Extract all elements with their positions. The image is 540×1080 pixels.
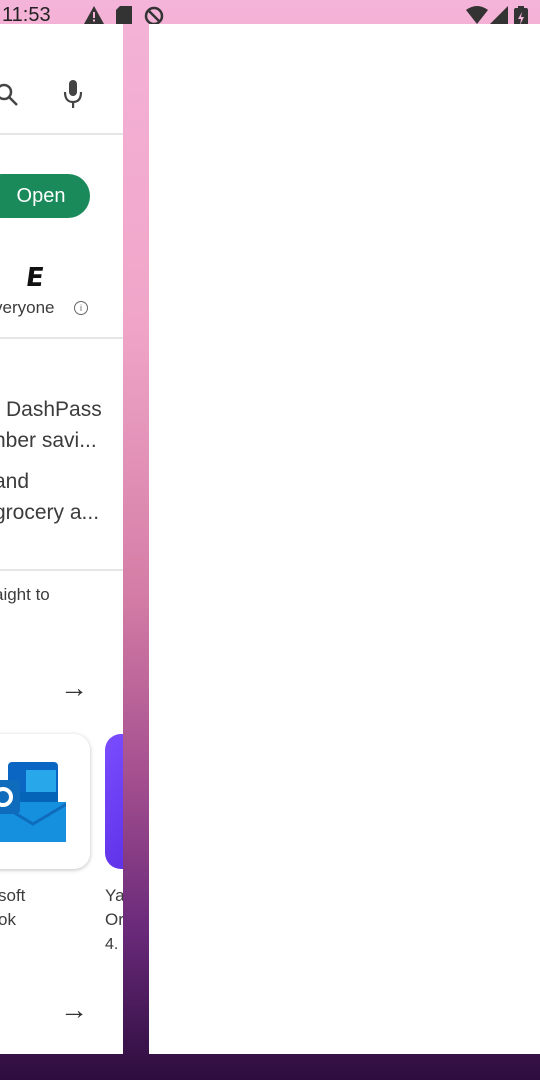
promo-title-line: DashPass [6, 398, 102, 421]
app-name: soft [0, 886, 26, 905]
wifi-icon [466, 6, 488, 24]
arrow-right-icon[interactable]: → [60, 994, 88, 1026]
play-store-panel[interactable]: Open E veryone i DashPass nber savi... a… [0, 24, 123, 1054]
section-heading: aight to [0, 585, 50, 604]
signal-icon [490, 6, 508, 24]
app-card-yahoo[interactable] [105, 734, 123, 869]
no-disturb-icon [144, 6, 164, 26]
blank-window[interactable] [149, 24, 540, 1054]
open-button[interactable]: Open [0, 174, 90, 218]
promo-desc-line: and [0, 470, 30, 493]
info-icon[interactable]: i [74, 301, 88, 315]
app-name: Ya [105, 886, 123, 905]
sd-card-icon [116, 6, 132, 24]
promo-desc-line: grocery a... [0, 501, 100, 524]
search-divider [0, 133, 123, 135]
section-divider [0, 569, 123, 571]
arrow-right-icon[interactable]: → [60, 672, 88, 704]
esrb-rating-icon: E [23, 263, 46, 293]
app-name: ok [0, 910, 16, 929]
outlook-icon [0, 762, 66, 842]
search-icon[interactable] [0, 82, 20, 108]
mic-icon[interactable] [62, 80, 84, 110]
app-rating: 4. [105, 936, 119, 953]
warning-icon [84, 6, 104, 24]
content-rating-label: veryone [0, 298, 55, 317]
app-name: Or [105, 910, 123, 929]
promo-title-line: nber savi... [0, 429, 97, 452]
app-card-outlook[interactable] [0, 734, 90, 869]
section-divider [0, 337, 123, 339]
